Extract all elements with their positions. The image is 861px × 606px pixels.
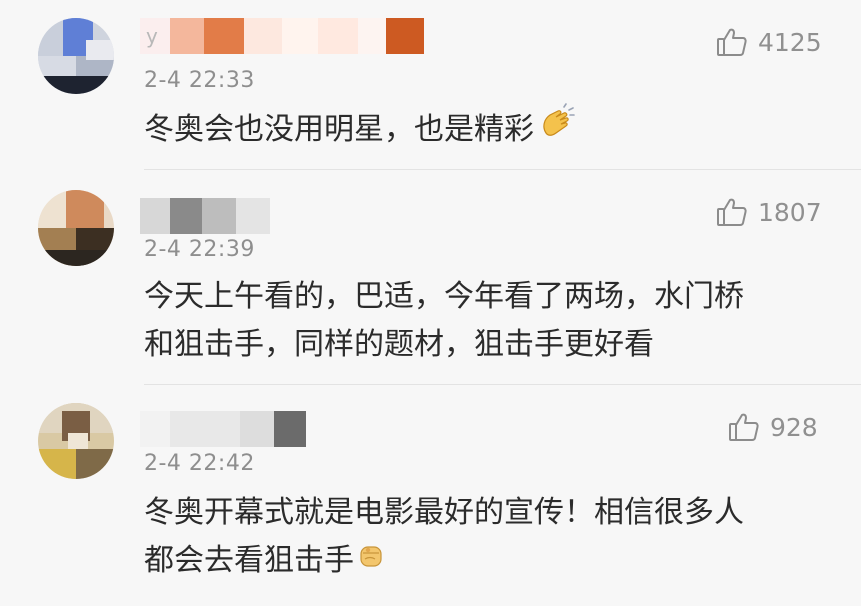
thumbs-up-icon: [728, 411, 760, 443]
avatar[interactable]: [38, 190, 114, 266]
comment-text: 冬奥会也没用明星，也是精彩: [144, 103, 834, 158]
avatar[interactable]: [38, 403, 114, 479]
like-button[interactable]: 1807: [716, 196, 822, 228]
timestamp: 2-4 22:39: [144, 237, 255, 262]
comment-text: 今天上午看的，巴适，今年看了两场，水门桥 和狙击手，同样的题材，狙击手更好看: [144, 279, 744, 362]
like-count: 928: [770, 412, 818, 442]
comment-item: 2-4 22:42 928 冬奥开幕式就是电影最好的宣传！相信很多人 都会去看狙…: [0, 385, 861, 606]
thumbs-up-icon: [716, 26, 748, 58]
avatar[interactable]: [38, 18, 114, 94]
like-count: 1807: [758, 197, 822, 227]
username-pixelated[interactable]: y: [140, 18, 424, 54]
like-count: 4125: [758, 27, 822, 57]
raised-fist-icon: [356, 538, 386, 586]
username-pixelated[interactable]: [140, 411, 306, 447]
comment-item: y 2-4 22:33 4125 冬奥会也没用明星，也是精彩: [0, 0, 861, 170]
username-pixelated[interactable]: [140, 198, 270, 234]
clapping-hands-icon: [536, 103, 576, 158]
timestamp: 2-4 22:42: [144, 451, 255, 476]
timestamp: 2-4 22:33: [144, 68, 255, 93]
thumbs-up-icon: [716, 196, 748, 228]
like-button[interactable]: 4125: [716, 26, 822, 58]
like-button[interactable]: 928: [728, 411, 818, 443]
comment-list: y 2-4 22:33 4125 冬奥会也没用明星，也是精彩 2-4 22:39…: [0, 0, 861, 606]
username-fragment: y: [146, 24, 158, 48]
comment-item: 2-4 22:39 1807 今天上午看的，巴适，今年看了两场，水门桥 和狙击手…: [0, 170, 861, 385]
comment-text: 冬奥开幕式就是电影最好的宣传！相信很多人 都会去看狙击手: [144, 489, 834, 586]
